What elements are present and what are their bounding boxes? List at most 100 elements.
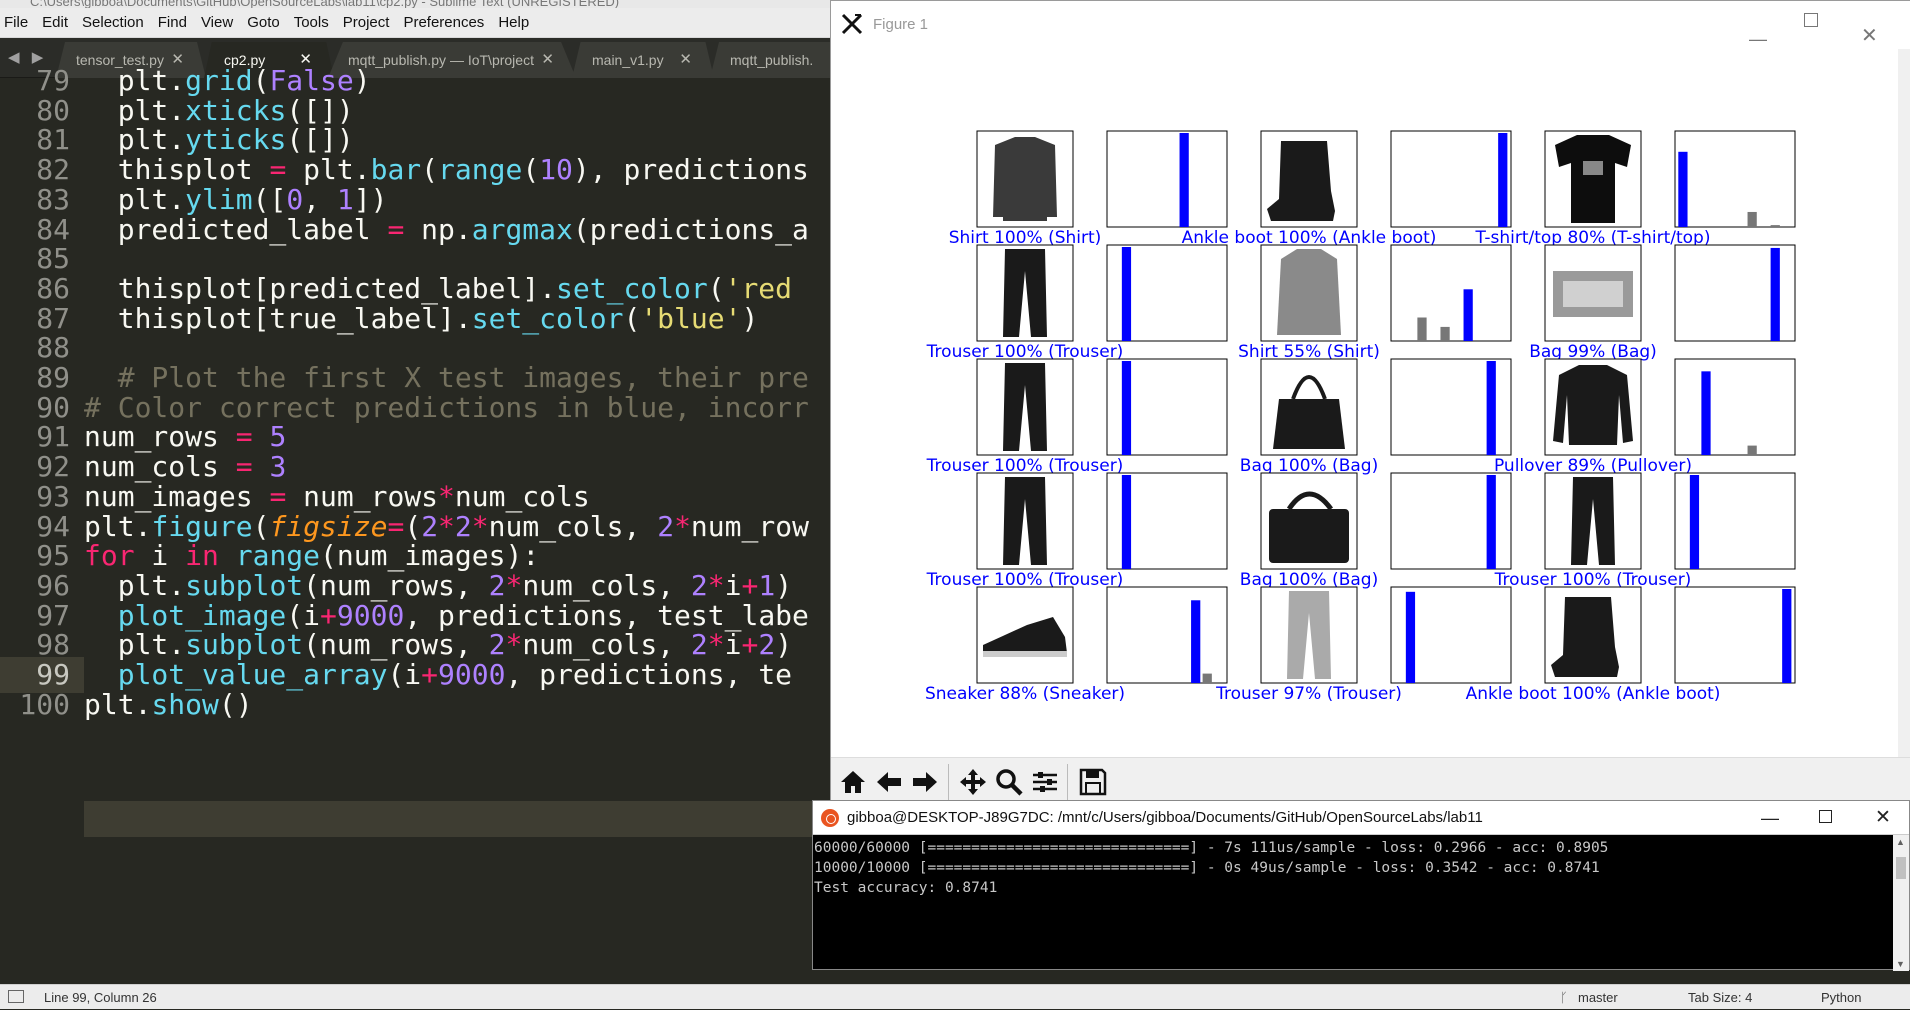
menu-preferences[interactable]: Preferences xyxy=(396,14,491,31)
code-token: set_color xyxy=(471,301,624,335)
subplot-6: Trouser 100% (Trouser) xyxy=(926,358,1228,476)
code-token: ( xyxy=(522,153,540,187)
code-token: (predictions_a xyxy=(572,212,809,246)
prediction-label: Trouser 97% (Trouser) xyxy=(1215,684,1402,704)
code-token: np. xyxy=(404,212,472,246)
terminal-output[interactable]: 60000/60000 [===========================… xyxy=(813,835,1893,971)
code-token: ) xyxy=(741,301,759,335)
syntax-mode[interactable]: Python xyxy=(1821,985,1861,1010)
subplot-14: Ankle boot 100% (Ankle boot) xyxy=(1466,586,1796,704)
configure-icon[interactable] xyxy=(1027,766,1063,798)
terminal-scrollbar[interactable]: ▲ ▼ xyxy=(1893,835,1909,971)
code-token: thisplot[true_label]. xyxy=(84,301,472,335)
menu-project[interactable]: Project xyxy=(336,14,397,31)
code-line: predicted_label = np.argmax(predictions_… xyxy=(84,212,809,248)
code-line: thisplot[true_label].set_color('blue') xyxy=(84,301,759,337)
bar-axes xyxy=(1674,130,1796,228)
tab-size[interactable]: Tab Size: 4 xyxy=(1688,985,1752,1010)
menu-help[interactable]: Help xyxy=(491,14,536,31)
terminal-maximize-button[interactable] xyxy=(1819,810,1832,823)
back-icon[interactable] xyxy=(871,766,907,798)
menu-goto[interactable]: Goto xyxy=(240,14,287,31)
code-token: (i xyxy=(387,658,422,691)
terminal-minimize-button[interactable]: — xyxy=(1761,801,1779,835)
code-token: ( xyxy=(421,153,439,187)
prediction-bar xyxy=(1191,600,1201,683)
code-token: predicted_label xyxy=(84,212,388,246)
subplot-3: Trouser 100% (Trouser) xyxy=(926,244,1228,362)
prediction-bar xyxy=(1486,361,1496,455)
line-number: 100 xyxy=(19,687,70,721)
git-branch-icon: ᚴ xyxy=(1560,990,1568,1005)
code-token: argmax xyxy=(471,212,573,246)
subplot-10: Bag 100% (Bag) xyxy=(1240,472,1512,590)
pan-icon[interactable] xyxy=(955,766,991,798)
code-token: ) xyxy=(353,64,371,97)
terminal-line: 10000/10000 [===========================… xyxy=(814,860,1600,876)
tab-close-icon[interactable]: ✕ xyxy=(679,42,692,78)
prediction-bar xyxy=(1179,133,1189,227)
bar-axes xyxy=(1390,130,1512,228)
tab-close-icon[interactable]: ✕ xyxy=(541,42,554,78)
prediction-bar xyxy=(1417,317,1427,341)
subplot-4: Shirt 55% (Shirt) xyxy=(1238,244,1512,362)
code-token: 'blue' xyxy=(640,301,742,335)
figure-window: Figure 1 — ✕ Shirt 100% (Shirt) Ankle boo… xyxy=(830,0,1910,804)
scroll-up-icon[interactable]: ▲ xyxy=(1896,837,1905,847)
code-token: 10 xyxy=(539,153,573,187)
code-token: = xyxy=(387,212,405,246)
code-token: plt. xyxy=(84,687,152,721)
bar-axes xyxy=(1674,358,1796,456)
code-token: ( xyxy=(623,301,641,335)
menu-edit[interactable]: Edit xyxy=(35,14,75,31)
handbag-image xyxy=(1269,509,1349,563)
current-line-highlight xyxy=(84,801,824,837)
subplot-7: Bag 100% (Bag) xyxy=(1240,358,1512,476)
scroll-down-icon[interactable]: ▼ xyxy=(1896,959,1905,969)
code-token: 9000 xyxy=(438,658,506,691)
figure-right-edge xyxy=(1898,49,1910,757)
menu-file[interactable]: File xyxy=(0,14,35,31)
tote-image xyxy=(1273,399,1345,449)
terminal-line: 60000/60000 [===========================… xyxy=(814,840,1609,856)
prediction-bar xyxy=(1770,225,1780,227)
sneaker-sole xyxy=(983,651,1067,657)
tshirt-print xyxy=(1583,161,1603,175)
tab-main-v1-py[interactable]: main_v1.py ✕ xyxy=(572,42,714,78)
forward-icon[interactable] xyxy=(907,766,943,798)
maximize-button[interactable] xyxy=(1804,13,1818,27)
menu-tools[interactable]: Tools xyxy=(287,14,336,31)
cursor-position: Line 99, Column 26 xyxy=(44,990,157,1005)
git-branch[interactable]: master xyxy=(1578,985,1618,1010)
prediction-bar xyxy=(1486,475,1496,569)
prediction-bar xyxy=(1689,475,1700,569)
code-token: show xyxy=(151,687,219,721)
menu-find[interactable]: Find xyxy=(151,14,194,31)
terminal-window: gibboa@DESKTOP-J89G7DC: /mnt/c/Users/gib… xyxy=(812,800,1910,971)
terminal-close-button[interactable]: ✕ xyxy=(1875,801,1891,835)
prediction-bar xyxy=(1121,475,1132,569)
zoom-icon[interactable] xyxy=(991,766,1027,798)
code-token: * xyxy=(674,509,691,543)
save-icon[interactable] xyxy=(1075,766,1111,798)
menu-selection[interactable]: Selection xyxy=(75,14,151,31)
scroll-thumb[interactable] xyxy=(1896,857,1906,879)
figure-canvas[interactable]: Shirt 100% (Shirt) Ankle boot 100% (Ankle… xyxy=(831,49,1899,757)
figure-title: Figure 1 xyxy=(873,16,929,33)
code-line: plt.show() xyxy=(84,687,253,723)
home-icon[interactable] xyxy=(835,766,871,798)
tab-label: main_v1.py xyxy=(592,52,664,68)
prediction-bar xyxy=(1747,211,1757,227)
menu-view[interactable]: View xyxy=(194,14,240,31)
code-token: () xyxy=(218,687,253,721)
toolbar-separator xyxy=(948,764,949,800)
prediction-bar xyxy=(1121,247,1132,341)
matplotlib-x-icon xyxy=(841,13,863,35)
code-token: , predictions, te xyxy=(505,658,793,691)
subplot-11: Trouser 100% (Trouser) xyxy=(1494,472,1796,590)
panel-toggle-icon[interactable] xyxy=(8,990,24,1003)
bag-panel xyxy=(1563,281,1623,307)
terminal-title-bar: gibboa@DESKTOP-J89G7DC: /mnt/c/Users/gib… xyxy=(813,801,1909,835)
coat-image xyxy=(1277,249,1341,335)
bar-axes xyxy=(1106,130,1228,228)
